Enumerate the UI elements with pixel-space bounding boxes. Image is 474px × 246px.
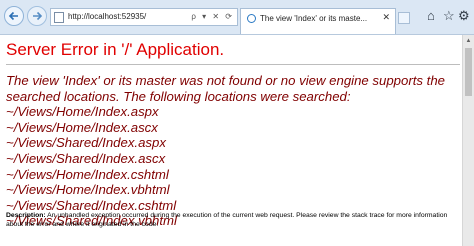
scroll-up-icon[interactable]: ▲ [463, 35, 474, 47]
description-label: Description: [6, 212, 46, 219]
tab-active[interactable]: The view 'Index' or its maste... ✕ [240, 8, 396, 34]
error-message-line: The view 'Index' or its master was not f… [6, 73, 445, 88]
searched-location: ~/Views/Home/Index.aspx [6, 104, 159, 120]
vertical-scrollbar[interactable]: ▲ [462, 35, 474, 246]
tab-title: The view 'Index' or its maste... [260, 14, 368, 23]
divider [6, 64, 460, 65]
searched-location: ~/Views/Home/Index.ascx [6, 119, 158, 135]
page-icon [54, 12, 64, 23]
searched-location: ~/Views/Home/Index.vbhtml [6, 182, 170, 198]
address-bar[interactable]: http://localhost:52935/ ρ ▾ ✕ ⟳ [50, 8, 238, 26]
tab-close-icon[interactable]: ✕ [382, 12, 390, 23]
error-message: The view 'Index' or its master was not f… [6, 73, 458, 229]
forward-icon [33, 11, 43, 21]
address-url[interactable]: http://localhost:52935/ [68, 11, 146, 23]
favorites-star-icon[interactable]: ☆ [443, 9, 455, 23]
back-icon [8, 11, 18, 21]
page-content: Server Error in '/' Application. The vie… [0, 35, 462, 246]
searched-location: ~/Views/Home/Index.cshtml [6, 166, 169, 182]
description-text: An unhandled exception occurred during t… [6, 212, 448, 228]
searched-location: ~/Views/Shared/Index.ascx [6, 150, 166, 166]
forward-button[interactable] [27, 6, 47, 26]
scrollbar-thumb[interactable] [465, 48, 472, 96]
address-tools[interactable]: ρ ▾ ✕ ⟳ [191, 11, 234, 23]
home-icon[interactable]: ⌂ [427, 9, 435, 23]
ie-icon [247, 14, 256, 23]
new-tab-button[interactable] [398, 12, 410, 24]
gear-icon[interactable]: ⚙ [458, 9, 470, 23]
error-message-line: searched locations. The following locati… [6, 88, 351, 104]
browser-toolbar: http://localhost:52935/ ρ ▾ ✕ ⟳ The view… [0, 0, 474, 35]
searched-location: ~/Views/Shared/Index.aspx [6, 135, 166, 151]
back-button[interactable] [4, 6, 24, 26]
error-description: Description: An unhandled exception occu… [6, 211, 458, 229]
page-title: Server Error in '/' Application. [6, 40, 225, 59]
